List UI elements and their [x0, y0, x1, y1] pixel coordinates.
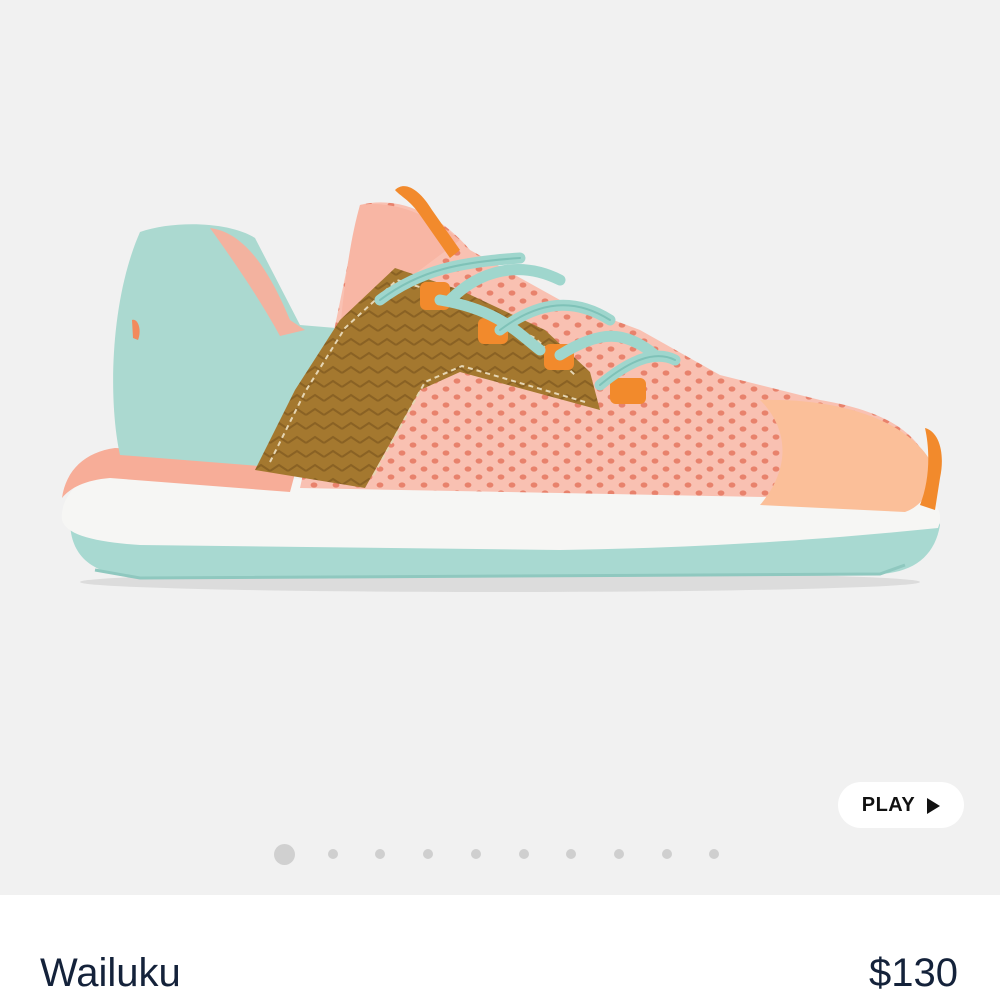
- product-price: $130: [869, 951, 958, 995]
- product-info-bar: Wailuku $130: [0, 895, 1000, 1000]
- pagination-dot[interactable]: [423, 849, 433, 859]
- product-image: [61, 186, 942, 592]
- product-name: Wailuku: [40, 951, 181, 995]
- pagination-dot[interactable]: [375, 849, 385, 859]
- play-triangle-icon: [927, 797, 941, 814]
- pagination-dot[interactable]: [709, 849, 719, 859]
- gallery-pagination: [274, 842, 726, 866]
- product-image-gallery[interactable]: PLAY: [0, 0, 1000, 895]
- play-label: PLAY: [861, 793, 916, 816]
- pagination-dot-active[interactable]: [274, 844, 295, 865]
- pagination-dot[interactable]: [614, 849, 624, 859]
- pagination-dot[interactable]: [328, 849, 338, 859]
- pagination-dot[interactable]: [471, 849, 481, 859]
- pagination-dot[interactable]: [662, 849, 672, 859]
- pagination-dot[interactable]: [519, 849, 529, 859]
- play-video-button[interactable]: PLAY: [838, 782, 964, 828]
- pagination-dot[interactable]: [566, 849, 576, 859]
